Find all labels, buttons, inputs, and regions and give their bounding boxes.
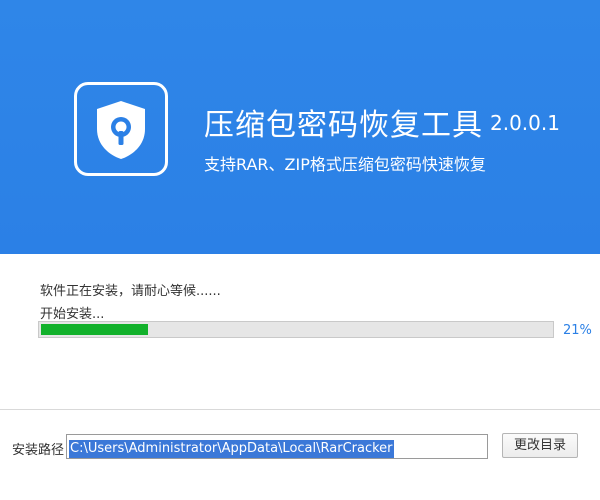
app-version: 2.0.0.1 <box>490 111 560 135</box>
install-progress-bar <box>38 321 554 338</box>
shield-keyhole-icon <box>97 101 145 159</box>
app-logo <box>74 82 168 176</box>
install-path-input[interactable]: C:\Users\Administrator\AppData\Local\Rar… <box>66 434 488 459</box>
app-subtitle: 支持RAR、ZIP格式压缩包密码快速恢复 <box>204 155 486 174</box>
change-directory-button[interactable]: 更改目录 <box>502 433 578 458</box>
install-path-label: 安装路径 <box>12 443 65 458</box>
install-step-text: 开始安装... <box>40 307 105 322</box>
section-divider <box>0 409 600 410</box>
install-progress-percent: 21% <box>563 323 592 338</box>
install-progress-fill <box>41 324 148 335</box>
install-path-value: C:\Users\Administrator\AppData\Local\Rar… <box>69 440 394 458</box>
app-title: 压缩包密码恢复工具 <box>204 108 483 143</box>
install-status-text: 软件正在安装，请耐心等候...... <box>40 284 221 299</box>
header-banner: 压缩包密码恢复工具 2.0.0.1 支持RAR、ZIP格式压缩包密码快速恢复 <box>0 0 600 254</box>
